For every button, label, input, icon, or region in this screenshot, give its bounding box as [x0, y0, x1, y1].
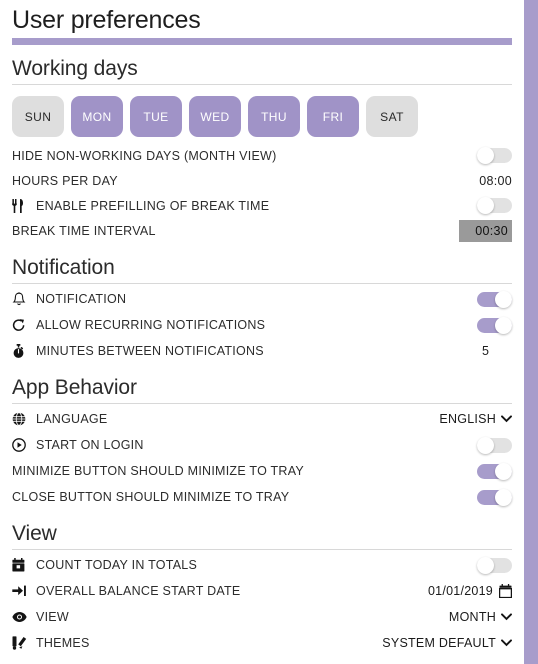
section-divider-working-days	[12, 84, 512, 85]
day-toggle-mon[interactable]: MON	[71, 96, 123, 137]
toggle-knob	[477, 556, 494, 574]
working-days-selector: SUN MON TUE WED THU FRI SAT	[12, 87, 512, 143]
play-circle-icon	[12, 438, 36, 452]
label-hide-non-working-days: HIDE NON-WORKING DAYS (MONTH VIEW)	[12, 148, 277, 163]
section-heading-working-days: Working days	[12, 57, 138, 80]
section-heading-notification: Notification	[12, 256, 115, 279]
label-overall-balance-start-date: OVERALL BALANCE START DATE	[36, 584, 241, 598]
row-hide-non-working-days: HIDE NON-WORKING DAYS (MONTH VIEW)	[12, 143, 512, 168]
row-language: LANGUAGE ENGLISH	[12, 406, 512, 432]
select-language[interactable]: ENGLISH	[439, 412, 512, 426]
toggle-knob	[495, 488, 512, 506]
day-toggle-sat[interactable]: SAT	[366, 96, 418, 137]
globe-icon	[12, 412, 36, 426]
input-hours-per-day[interactable]: 08:00	[459, 174, 512, 188]
section-divider-notification	[12, 283, 512, 284]
section-heading-view: View	[12, 522, 57, 545]
toggle-knob	[477, 197, 494, 214]
row-hours-per-day: HOURS PER DAY 08:00	[12, 168, 512, 193]
row-notification: NOTIFICATION	[12, 286, 512, 312]
row-overall-balance-start-date: OVERALL BALANCE START DATE 01/01/2019	[12, 578, 512, 604]
vertical-scrollbar-thumb[interactable]	[524, 0, 538, 664]
row-close-button-to-tray: CLOSE BUTTON SHOULD MINIMIZE TO TRAY	[12, 484, 512, 510]
section-heading-app-behavior: App Behavior	[12, 376, 137, 399]
row-themes: THEMES SYSTEM DEFAULT	[12, 630, 512, 656]
label-view-mode: VIEW	[36, 610, 69, 624]
theme-icon	[12, 636, 36, 650]
row-count-today-in-totals: COUNT TODAY IN TOTALS	[12, 552, 512, 578]
stopwatch-icon	[12, 343, 36, 359]
input-break-time-interval[interactable]: 00:30	[459, 220, 512, 242]
label-themes: THEMES	[36, 636, 90, 650]
label-minutes-between-notifications: MINUTES BETWEEN NOTIFICATIONS	[36, 344, 264, 358]
day-toggle-wed[interactable]: WED	[189, 96, 241, 137]
toggle-knob	[495, 290, 512, 308]
row-minimize-button-to-tray: MINIMIZE BUTTON SHOULD MINIMIZE TO TRAY	[12, 458, 512, 484]
toggle-knob	[477, 147, 494, 164]
row-enable-prefilling-break-time: ENABLE PREFILLING OF BREAK TIME	[12, 193, 512, 218]
repeat-icon	[12, 318, 36, 333]
day-toggle-tue[interactable]: TUE	[130, 96, 182, 137]
label-hours-per-day: HOURS PER DAY	[12, 173, 118, 188]
toggle-knob	[477, 436, 494, 454]
label-enable-prefilling-break-time: ENABLE PREFILLING OF BREAK TIME	[36, 198, 270, 213]
label-minimize-button-to-tray: MINIMIZE BUTTON SHOULD MINIMIZE TO TRAY	[12, 464, 304, 478]
toggle-knob	[495, 316, 512, 334]
select-view-mode[interactable]: MONTH	[449, 610, 512, 624]
select-themes[interactable]: SYSTEM DEFAULT	[382, 636, 512, 650]
label-close-button-to-tray: CLOSE BUTTON SHOULD MINIMIZE TO TRAY	[12, 490, 290, 504]
page-title: User preferences	[12, 6, 201, 34]
bell-icon	[12, 291, 36, 307]
day-toggle-thu[interactable]: THU	[248, 96, 300, 137]
toggle-allow-recurring-notifications[interactable]	[477, 316, 512, 334]
row-start-on-login: START ON LOGIN	[12, 432, 512, 458]
row-view-mode: VIEW MONTH	[12, 604, 512, 630]
section-divider-app-behavior	[12, 403, 512, 404]
toggle-close-button-to-tray[interactable]	[477, 488, 512, 506]
toggle-hide-non-working-days[interactable]	[477, 147, 512, 164]
chevron-down-icon	[501, 639, 512, 647]
select-language-value: ENGLISH	[439, 412, 496, 426]
row-minutes-between-notifications: MINUTES BETWEEN NOTIFICATIONS 5	[12, 338, 512, 364]
user-preferences-window: User preferences Working days SUN MON TU…	[0, 0, 538, 664]
preferences-content: User preferences Working days SUN MON TU…	[0, 0, 524, 664]
toggle-notification[interactable]	[477, 290, 512, 308]
toggle-knob	[495, 462, 512, 480]
day-toggle-fri[interactable]: FRI	[307, 96, 359, 137]
overall-balance-start-date-value: 01/01/2019	[427, 584, 493, 598]
select-themes-value: SYSTEM DEFAULT	[382, 636, 496, 650]
sign-in-icon	[12, 584, 36, 598]
label-allow-recurring-notifications: ALLOW RECURRING NOTIFICATIONS	[36, 318, 266, 332]
row-allow-recurring-notifications: ALLOW RECURRING NOTIFICATIONS	[12, 312, 512, 338]
label-count-today-in-totals: COUNT TODAY IN TOTALS	[36, 558, 198, 572]
toggle-count-today-in-totals[interactable]	[477, 556, 512, 574]
eye-icon	[12, 611, 36, 623]
row-break-time-interval: BREAK TIME INTERVAL 00:30	[12, 218, 512, 244]
toggle-enable-prefilling-break-time[interactable]	[477, 197, 512, 214]
select-view-mode-value: MONTH	[448, 610, 496, 624]
vertical-scrollbar-track[interactable]	[524, 0, 538, 664]
calendar-icon	[12, 558, 36, 572]
label-start-on-login: START ON LOGIN	[36, 438, 144, 452]
day-toggle-sun[interactable]: SUN	[12, 96, 64, 137]
chevron-down-icon	[501, 415, 512, 423]
cutlery-icon	[12, 198, 36, 213]
title-divider	[12, 38, 512, 45]
section-divider-view	[12, 549, 512, 550]
label-break-time-interval: BREAK TIME INTERVAL	[12, 224, 156, 238]
input-minutes-between-notifications[interactable]: 5	[459, 344, 512, 358]
toggle-start-on-login[interactable]	[477, 436, 512, 454]
label-notification: NOTIFICATION	[36, 292, 127, 306]
label-language: LANGUAGE	[36, 412, 108, 426]
calendar-picker-icon[interactable]	[499, 584, 512, 598]
input-overall-balance-start-date[interactable]: 01/01/2019	[428, 584, 512, 598]
toggle-minimize-button-to-tray[interactable]	[477, 462, 512, 480]
chevron-down-icon	[501, 613, 512, 621]
